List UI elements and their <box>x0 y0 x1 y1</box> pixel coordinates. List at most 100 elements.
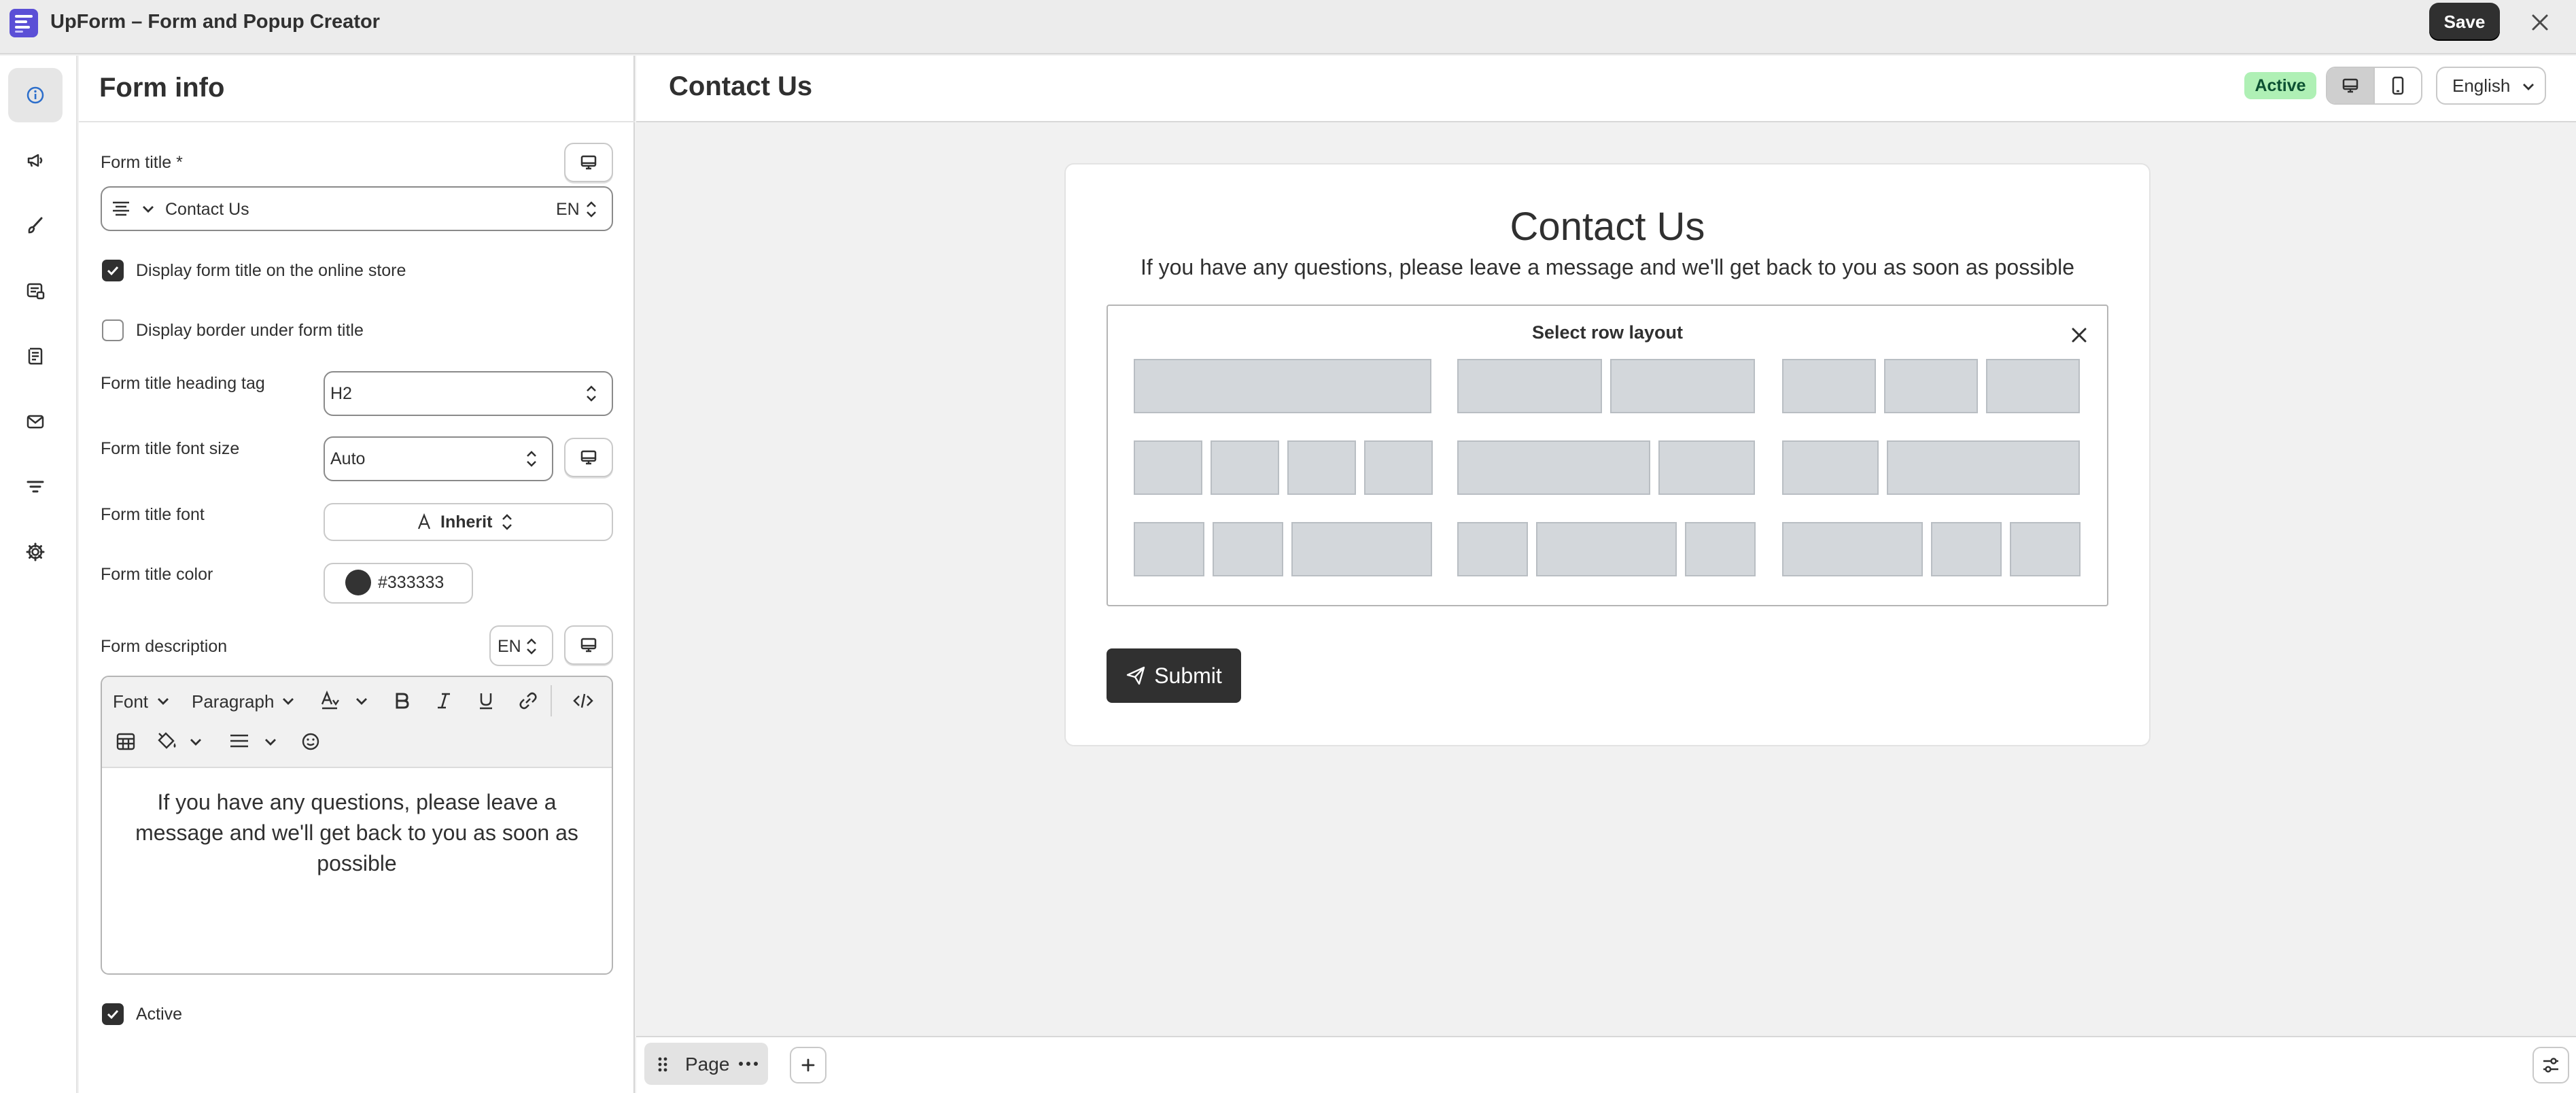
rail-item-info[interactable] <box>8 68 63 122</box>
italic-icon[interactable] <box>434 691 454 711</box>
layout-column-block <box>1457 359 1602 413</box>
heading-tag-label: Form title heading tag <box>101 374 265 393</box>
info-icon <box>24 84 46 106</box>
close-icon[interactable] <box>2526 8 2554 37</box>
close-icon[interactable] <box>2066 322 2092 348</box>
chevron-down-icon[interactable] <box>262 734 279 750</box>
display-border-label: Display border under form title <box>136 321 364 340</box>
select-arrows-icon <box>500 511 514 533</box>
view-settings-button[interactable] <box>2533 1047 2569 1083</box>
form-title-device-button[interactable] <box>564 143 613 182</box>
rail-item-filters[interactable] <box>8 459 63 514</box>
chevron-down-icon[interactable] <box>353 693 370 710</box>
submit-button[interactable]: Submit <box>1107 648 1241 703</box>
layout-column-block <box>1134 440 1202 495</box>
font-size-label: Form title font size <box>101 439 240 458</box>
active-label: Active <box>136 1005 183 1024</box>
text-align-icon[interactable] <box>110 198 132 219</box>
heading-tag-value: H2 <box>330 384 352 403</box>
description-lang: EN <box>498 637 521 656</box>
rail-item-design[interactable] <box>8 198 63 253</box>
text-color-icon[interactable] <box>318 689 341 712</box>
layout-column-block <box>1884 359 1978 413</box>
select-arrows-icon <box>585 383 598 404</box>
form-title-lang[interactable]: EN <box>556 198 580 220</box>
active-checkbox[interactable] <box>102 1003 124 1025</box>
language-select[interactable]: English <box>2436 67 2546 105</box>
code-icon[interactable] <box>572 691 594 711</box>
rail-item-marketing[interactable] <box>8 133 63 188</box>
rail-item-submissions[interactable] <box>8 329 63 383</box>
sliders-icon <box>2541 1055 2561 1075</box>
desktop-view-button[interactable] <box>2327 68 2375 103</box>
checklist-icon <box>24 345 46 367</box>
display-title-label: Display form title on the online store <box>136 261 406 280</box>
row-layout-title: Select row layout <box>1531 322 1684 343</box>
layout-column-block <box>1986 359 2080 413</box>
layout-column-block <box>1457 522 1528 576</box>
chevron-down-icon[interactable] <box>140 201 156 218</box>
underline-icon[interactable] <box>476 691 496 711</box>
brush-icon <box>24 215 46 237</box>
font-label: Form title font <box>101 505 205 524</box>
rich-text-editor: Font Paragraph If you have any questions… <box>101 676 613 975</box>
layout-column-block <box>1658 440 1755 495</box>
paragraph-dropdown[interactable]: Paragraph <box>192 691 274 712</box>
color-swatch <box>345 570 371 595</box>
app-logo-icon <box>10 9 38 37</box>
form-preview-description[interactable]: If you have any questions, please leave … <box>1064 253 2151 281</box>
font-size-device-button[interactable] <box>564 438 613 477</box>
display-title-checkbox[interactable] <box>102 260 124 281</box>
layout-column-block <box>1211 440 1279 495</box>
rail-item-forms[interactable] <box>8 264 63 318</box>
description-device-button[interactable] <box>564 625 613 665</box>
heading-tag-select[interactable] <box>324 371 613 416</box>
layout-column-block <box>1364 440 1433 495</box>
filter-icon <box>24 476 46 498</box>
rail-item-settings[interactable] <box>8 525 63 579</box>
add-page-button[interactable] <box>790 1047 826 1083</box>
form-title-value: Contact Us <box>165 200 249 219</box>
chevron-down-icon[interactable] <box>155 693 171 710</box>
top-bar <box>0 0 2576 54</box>
page-bar <box>636 1036 2576 1093</box>
layout-column-block <box>1782 522 1923 576</box>
desktop-icon <box>579 448 598 467</box>
select-arrows-icon <box>585 198 598 220</box>
link-icon[interactable] <box>518 691 538 711</box>
color-value: #333333 <box>378 573 445 592</box>
left-rail <box>0 56 77 1093</box>
layout-column-block <box>1610 359 1755 413</box>
select-arrows-icon <box>525 448 538 470</box>
chevron-down-icon[interactable] <box>188 734 204 750</box>
mobile-view-button[interactable] <box>2375 68 2421 103</box>
editor-content[interactable]: If you have any questions, please leave … <box>129 787 585 879</box>
page-label: Page <box>685 1054 730 1075</box>
form-preview-title[interactable]: Contact Us <box>1064 204 2151 250</box>
save-button[interactable]: Save <box>2429 3 2500 41</box>
bold-icon[interactable] <box>391 691 412 711</box>
drag-handle-icon[interactable] <box>655 1055 670 1074</box>
paint-bucket-icon[interactable] <box>156 731 179 752</box>
description-label: Form description <box>101 637 228 656</box>
form-title-label: Form title * <box>101 153 183 172</box>
toolbar-divider <box>551 685 552 716</box>
font-dropdown[interactable]: Font <box>113 691 148 712</box>
app-title: UpForm – Form and Popup Creator <box>50 11 380 33</box>
align-icon[interactable] <box>228 731 250 752</box>
panel-title: Form info <box>99 73 225 103</box>
table-icon[interactable] <box>116 731 136 752</box>
layout-column-block <box>1782 440 1879 495</box>
rail-item-email[interactable] <box>8 394 63 449</box>
language-value: English <box>2452 75 2511 96</box>
layout-column-block <box>1887 440 2080 495</box>
layout-column-block <box>1457 440 1650 495</box>
display-border-checkbox[interactable] <box>102 319 124 341</box>
chevron-down-icon[interactable] <box>280 693 296 710</box>
emoji-icon[interactable] <box>300 731 321 752</box>
preview-title: Contact Us <box>669 71 813 101</box>
more-options-icon[interactable] <box>737 1059 760 1069</box>
device-toggle <box>2326 67 2422 105</box>
layout-column-block <box>1536 522 1677 576</box>
font-size-value: Auto <box>330 449 366 468</box>
